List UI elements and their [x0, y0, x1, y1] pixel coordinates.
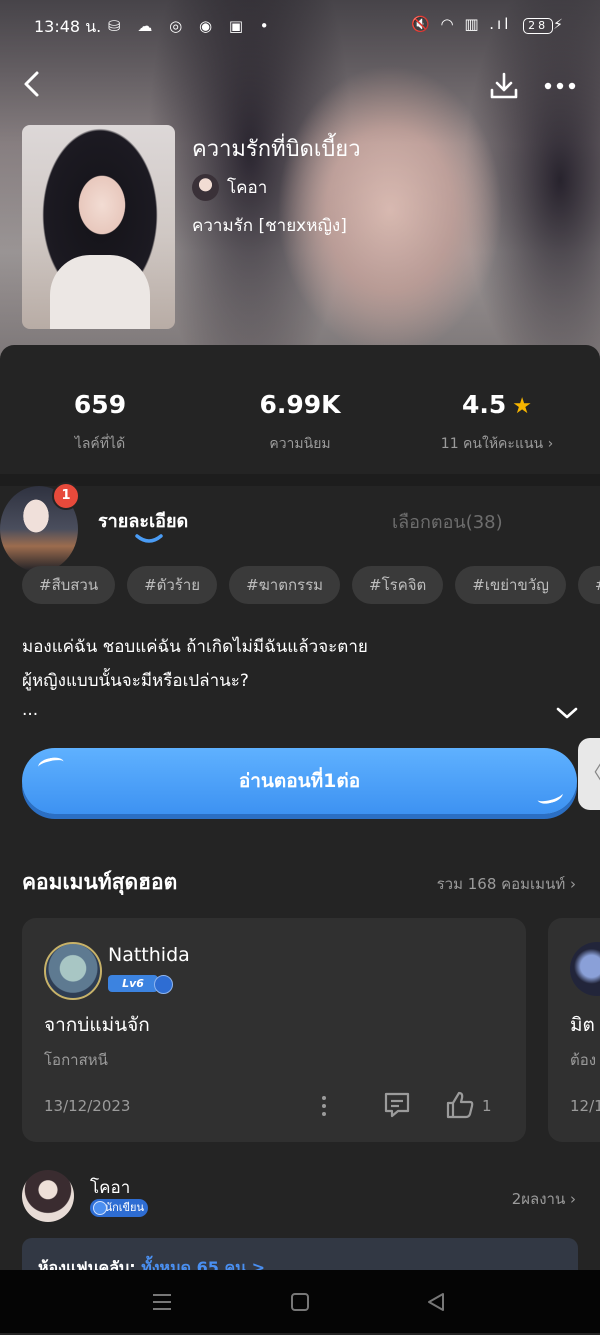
popularity-stat: 6.99K ความนิยม [259, 390, 341, 452]
home-icon[interactable] [290, 1292, 310, 1316]
book-author[interactable]: โคอา [192, 172, 267, 202]
book-genre: ความรัก [ชายxหญิง] [192, 216, 347, 236]
tab-episodes[interactable]: เลือกตอน(38) [392, 507, 503, 536]
chevron-right-icon: › [570, 1190, 576, 1208]
section-divider [0, 474, 600, 486]
level-badge: Lv6 [108, 975, 158, 992]
commenter-avatar[interactable] [44, 942, 102, 1000]
battery-icon: 28 [523, 18, 554, 34]
back-triangle-icon[interactable] [426, 1292, 446, 1316]
download-icon[interactable] [488, 70, 520, 102]
tag-chip[interactable]: #สืบสวน [22, 566, 116, 604]
author-name[interactable]: โคอา [90, 1174, 130, 1201]
author-avatar [192, 173, 219, 201]
comment-text: จากบ่แม่นจัก [44, 1014, 150, 1036]
author-avatar[interactable] [22, 1170, 74, 1222]
likes-stat: 659 ไลค์ที่ได้ [73, 390, 127, 452]
notification-icons: ⛁ ☁ ◎ ◉ ▣ • [108, 17, 275, 35]
notification-badge: 1 [52, 482, 80, 510]
tag-chip[interactable]: #ตัวร้าย [127, 566, 218, 604]
comment-text: มิต [570, 1014, 595, 1036]
tag-list: #สืบสวน #ตัวร้าย #ฆาตกรรม #โรคจิต #เขย่า… [22, 566, 600, 606]
writer-badge: นักเขียน [90, 1199, 148, 1217]
tag-chip[interactable]: #โรคจิต [352, 566, 444, 604]
like-count: 1 [482, 1097, 492, 1115]
tag-chip[interactable]: #ฆาตกรรม [229, 566, 341, 604]
comment-chapter: โอกาสหนี [44, 1051, 108, 1069]
chevron-right-icon: › [570, 875, 576, 893]
thumbs-up-icon[interactable] [445, 1090, 475, 1124]
comment-date: 12/1 [570, 1097, 600, 1115]
side-drawer-tab[interactable]: 〈 [578, 738, 600, 810]
system-icons: 🔇 ◠ ▥ .ıl 28 ⚡ [411, 15, 566, 34]
tag-chip[interactable]: # [577, 566, 600, 604]
book-title: ความรักที่บิดเบี้ยว [192, 137, 361, 162]
author-name: โคอา [227, 177, 268, 198]
hot-comments-title: คอมเมนท์สุดฮอต [22, 870, 178, 894]
star-icon: ★ [512, 394, 533, 419]
comment-date: 13/12/2023 [44, 1097, 131, 1115]
author-works-link[interactable]: 2ผลงาน › [512, 1187, 576, 1211]
status-time: 13:48 น. [34, 17, 102, 36]
reply-icon[interactable] [383, 1091, 411, 1123]
commenter-name[interactable]: Natthida [108, 944, 190, 966]
comment-chapter: ต้อง [570, 1051, 597, 1069]
back-arrow-icon[interactable] [22, 70, 46, 100]
verified-badge-icon [154, 975, 173, 994]
recent-apps-icon[interactable] [151, 1292, 173, 1316]
book-description: มองแค่ฉัน ชอบแค่ฉัน ถ้าเกิดไม่มีฉันแล้วจ… [22, 637, 368, 720]
tag-chip[interactable]: #เขย่าขวัญ [455, 566, 566, 604]
tab-details[interactable]: รายละเอียด [98, 506, 188, 535]
all-comments-link[interactable]: รวม 168 คอมเมนท์ › [437, 872, 576, 896]
read-button[interactable]: อ่านตอนที่1ต่อ [22, 748, 577, 814]
book-cover[interactable] [22, 125, 175, 329]
more-vertical-icon[interactable] [316, 1094, 332, 1122]
status-bar: 13:48 น. ⛁ ☁ ◎ ◉ ▣ • 🔇 ◠ ▥ .ıl 28 ⚡ [0, 0, 600, 52]
chevron-right-icon: › [547, 436, 554, 452]
tab-indicator [135, 534, 163, 543]
stats-row: 659 ไลค์ที่ได้ 6.99K ความนิยม 4.5 ★ 11 คน… [0, 390, 600, 460]
expand-chevron-icon[interactable] [555, 705, 579, 724]
more-dots-icon[interactable] [543, 76, 577, 96]
system-nav-bar [0, 1270, 600, 1333]
rating-stat[interactable]: 4.5 ★ 11 คนให้คะแนน › [397, 390, 597, 455]
